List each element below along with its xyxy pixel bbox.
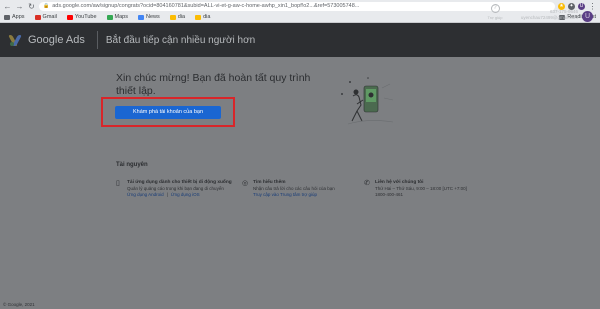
bookmark-item[interactable]: Maps xyxy=(106,14,128,20)
back-icon[interactable]: ← xyxy=(3,2,12,11)
help-label: Trợ giúp xyxy=(487,15,503,20)
lightbulb-icon: ◎ xyxy=(242,180,249,187)
bookmark-label: Gmail xyxy=(42,14,57,20)
menu-icon[interactable]: ⋮ xyxy=(588,2,597,11)
gmail-icon xyxy=(34,14,41,20)
bookmark-item[interactable]: YouTube xyxy=(66,14,97,20)
resource-contact: ✆ Liên hệ với chúng tôi Thứ Hai – Thứ Sá… xyxy=(364,180,467,197)
bookmark-item[interactable]: News xyxy=(138,14,160,20)
resources-title: Tài nguyên xyxy=(116,162,148,168)
congrats-heading: Xin chúc mừng! Bạn đã hoàn tất quy trình… xyxy=(116,72,311,97)
contact-phone[interactable]: 1800-400-461 xyxy=(375,192,467,198)
header-divider xyxy=(96,31,98,49)
lock-icon: 🔒 xyxy=(43,3,50,9)
google-ads-logo-icon xyxy=(8,34,23,46)
profile-icon[interactable]: U xyxy=(578,2,585,10)
bookmark-label: dia xyxy=(177,14,186,20)
celebration-illustration xyxy=(341,77,394,125)
reload-icon[interactable]: ↻ xyxy=(27,2,36,11)
url-text: ads.google.com/aw/signup/congrats?ocid=8… xyxy=(52,3,360,9)
bookmark-item[interactable]: Gmail xyxy=(34,14,57,20)
maps-icon xyxy=(106,14,113,20)
resource-learn-more: ◎ Tìm hiểu thêm Nhận câu trả lời cho các… xyxy=(242,180,335,198)
bookmark-label: YouTube xyxy=(74,14,97,20)
account-info[interactable]: 637-175-9646 uyenchau72499@gmail.com xyxy=(510,9,578,21)
resource-mobile-app: ▯ Tải ứng dụng dành cho thiết bị di động… xyxy=(116,180,232,198)
page-subtitle: Bắt đầu tiếp cận nhiều người hơn xyxy=(105,34,256,46)
ads-header: Google Ads Bắt đầu tiếp cận nhiều người … xyxy=(0,23,600,57)
youtube-icon xyxy=(66,14,73,20)
news-icon xyxy=(138,14,144,20)
help-center-link[interactable]: Truy cập vào Trung tâm trợ giúp xyxy=(253,192,317,198)
folder-icon xyxy=(169,14,176,20)
bookmark-label: dia xyxy=(203,14,211,20)
phone-call-icon: ✆ xyxy=(364,180,370,187)
apps-icon xyxy=(4,14,10,20)
help-icon: ? xyxy=(490,4,500,13)
bookmark-item[interactable]: Apps xyxy=(4,14,25,20)
product-name: Google Ads xyxy=(28,34,85,46)
link-separator: | xyxy=(166,191,168,197)
help-button[interactable]: ? Trợ giúp xyxy=(485,4,505,20)
bookmark-item[interactable]: dia xyxy=(169,14,186,20)
forward-icon[interactable]: → xyxy=(15,2,24,11)
bookmark-label: News xyxy=(146,14,160,20)
ios-app-link[interactable]: Ứng dụng iOS xyxy=(171,192,200,198)
bookmark-label: Maps xyxy=(114,14,128,20)
account-email: uyenchau72499@gmail.com xyxy=(520,15,578,20)
android-app-link[interactable]: Ứng dụng Android xyxy=(127,192,164,198)
bookmark-item[interactable]: dia xyxy=(195,14,210,20)
folder-icon xyxy=(195,14,202,20)
address-bar[interactable]: 🔒 ads.google.com/aw/signup/congrats?ocid… xyxy=(39,1,555,11)
footer-copyright: © Google, 2021 xyxy=(3,302,35,307)
explore-account-button[interactable]: Khám phá tài khoản của bạn xyxy=(115,106,221,119)
avatar[interactable]: U xyxy=(582,11,593,22)
bookmark-label: Apps xyxy=(12,14,25,20)
phone-icon: ▯ xyxy=(116,180,120,187)
